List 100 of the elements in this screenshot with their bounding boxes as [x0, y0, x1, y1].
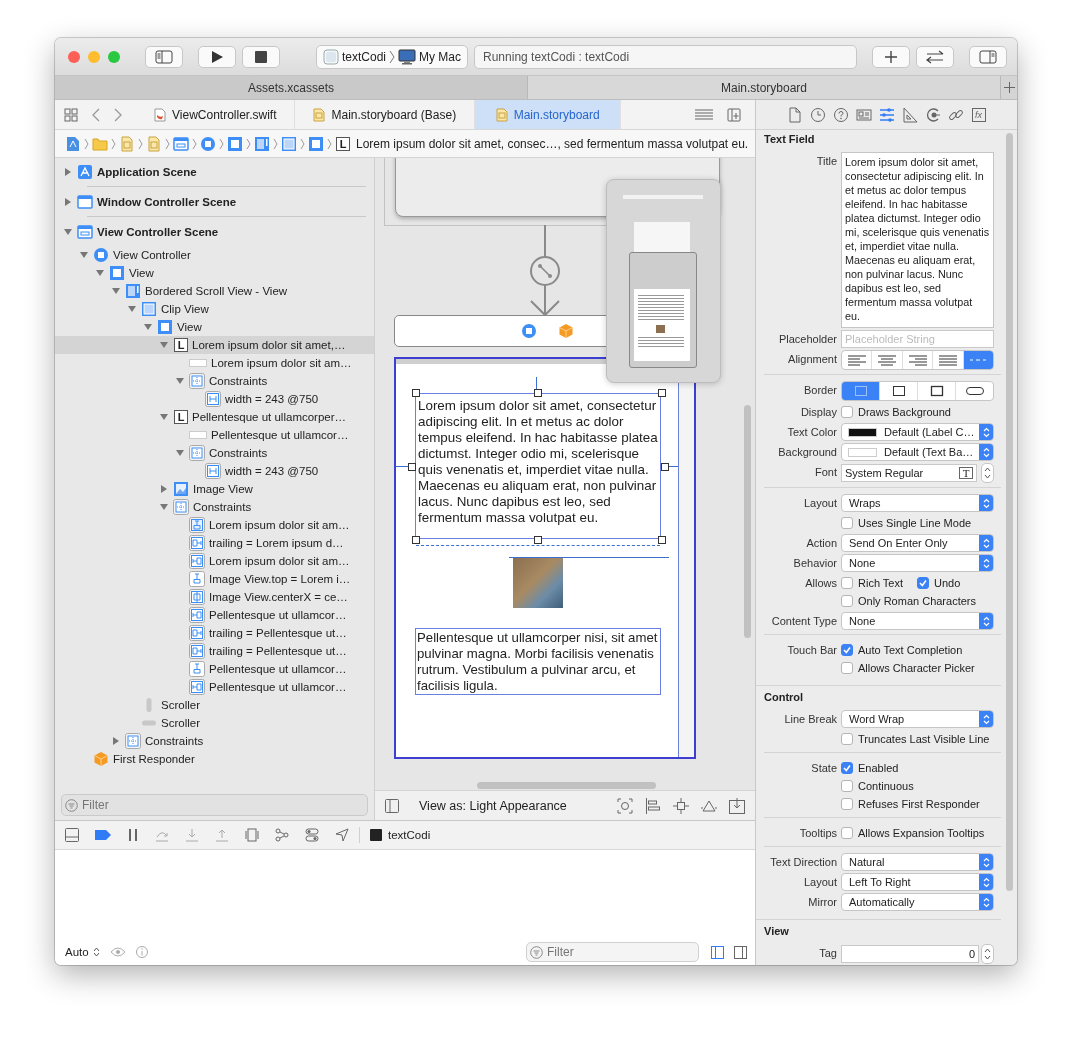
hide-panel-icon[interactable] [65, 828, 79, 842]
lines-icon[interactable] [695, 108, 713, 121]
outline-row[interactable]: width = 243 @750 [55, 462, 374, 480]
split-left-icon[interactable] [711, 945, 724, 959]
expanded-triangle-icon[interactable] [175, 448, 185, 458]
outline-row[interactable]: width = 243 @750 [55, 390, 374, 408]
file-icon[interactable] [786, 106, 803, 123]
view-hierarchy-icon[interactable] [245, 828, 259, 842]
outline-row[interactable]: Image View.top = Lorem i… [55, 570, 374, 588]
outline-row[interactable]: Scroller [55, 714, 374, 732]
update-frames-icon[interactable] [617, 797, 633, 814]
stop-button[interactable] [242, 45, 280, 68]
outline-row[interactable]: Constraints [55, 444, 374, 462]
code-review-button[interactable] [916, 45, 954, 68]
checkbox[interactable]: Rich Text [841, 577, 904, 589]
checkbox[interactable]: Auto Text Completion [841, 644, 963, 656]
popup-button[interactable]: None [841, 554, 994, 572]
outline-row[interactable]: Constraints [55, 732, 374, 750]
sliders-icon[interactable] [878, 106, 895, 123]
step-into-icon[interactable] [185, 828, 199, 842]
checkbox[interactable]: Uses Single Line Mode [841, 517, 972, 529]
filter-field[interactable]: Filter [61, 794, 368, 816]
outline-row[interactable]: Window Controller Scene [55, 187, 374, 216]
step-out-icon[interactable] [215, 828, 229, 842]
embed-icon[interactable] [729, 797, 745, 814]
checkbox[interactable]: Allows Character Picker [841, 662, 975, 674]
outline-row[interactable]: View [55, 318, 374, 336]
outline-row[interactable]: Pellentesque ut ullamcor… [55, 678, 374, 696]
ruler-icon[interactable] [901, 106, 918, 123]
breakpoint-icon[interactable] [95, 829, 111, 841]
storyboard-file-icon[interactable] [146, 135, 162, 152]
selection-handle[interactable] [534, 389, 542, 397]
eye-icon[interactable] [109, 946, 126, 958]
checkbox[interactable]: Continuous [841, 780, 914, 792]
view-icon[interactable] [308, 135, 324, 152]
expanded-triangle-icon[interactable] [159, 412, 169, 422]
clock-icon[interactable] [809, 106, 826, 123]
outline-row[interactable]: Constraints [55, 372, 374, 390]
popup-button[interactable]: Left To Right [841, 873, 994, 891]
id-card-icon[interactable] [855, 106, 872, 123]
scrollbar[interactable] [477, 782, 656, 789]
storyboard-file-icon[interactable] [119, 135, 135, 152]
scheme-name[interactable]: textCodi [342, 49, 387, 64]
scrollbar[interactable] [1006, 133, 1013, 891]
selection-handle[interactable] [658, 536, 666, 544]
selection-handle[interactable] [658, 389, 666, 397]
scroll-view-icon[interactable] [254, 135, 270, 152]
selection-handle[interactable] [408, 463, 416, 471]
split-right-icon[interactable] [734, 945, 747, 959]
outline-row[interactable]: Lorem ipsum dolor sit am… [55, 354, 374, 372]
popup-button[interactable]: Natural [841, 853, 994, 871]
checkbox[interactable]: Enabled [841, 762, 899, 774]
outline-row[interactable]: Clip View [55, 300, 374, 318]
collapsed-triangle-icon[interactable] [159, 484, 169, 494]
project-file-icon[interactable] [65, 135, 81, 152]
collapsed-triangle-icon[interactable] [63, 196, 73, 207]
placeholder-field[interactable]: Placeholder String [841, 330, 994, 348]
appearance-label[interactable]: View as: Light Appearance [419, 798, 567, 813]
outline-row[interactable]: trailing = Pellentesque ut… [55, 642, 374, 660]
text-field[interactable]: Lorem ipsum dolor sit amet, consectetur adipiscing elit. In et metus ac dolor tempus eleifend. In hac habitasse platea dictumst. Integer odio mi, scelerisque quis venenatis et, imperdiet vitae nulla. Maecenas eu aliquam erat, non pulvinar lacus. Nunc dapibus est leo, sed fermentum massa volutpat eu. [415, 393, 661, 539]
memory-graph-icon[interactable] [275, 828, 289, 842]
segmented-control[interactable] [841, 381, 994, 401]
process-name[interactable]: textCodi [388, 829, 431, 841]
selection-handle[interactable] [412, 389, 420, 397]
outline-row[interactable]: Lorem ipsum dolor sit am… [55, 516, 374, 534]
selection-handle[interactable] [412, 536, 420, 544]
checkbox[interactable]: Truncates Last Visible Line [841, 733, 990, 745]
editor-tab[interactable]: ViewController.swift [136, 100, 296, 129]
checkbox[interactable]: Refuses First Responder [841, 798, 980, 810]
checkbox[interactable]: Only Roman Characters [841, 595, 976, 607]
title-text-area[interactable]: Lorem ipsum dolor sit amet, consectetur adipiscing elit. In et metus ac dolor tempus eleifend. In hac habitasse platea dictumst. Integer odio mi, scelerisque quis venenatis et, imperdiet vitae nulla. Maecenas eu aliquam erat, non pulvinar lacus. Nunc dapibus est leo, sed fermentum massa volutpat eu. [841, 152, 994, 328]
grid-icon[interactable] [64, 107, 78, 122]
sidebar-icon[interactable] [385, 798, 399, 813]
outline-row[interactable]: Scroller [55, 696, 374, 714]
popup-button[interactable]: Wraps [841, 494, 994, 512]
outline-row[interactable]: Pellentesque ut ullamcor… [55, 606, 374, 624]
view-controller-icon[interactable] [200, 135, 216, 152]
popup-button[interactable]: Default (Label C… [841, 423, 994, 441]
expanded-triangle-icon[interactable] [63, 226, 73, 237]
selection-handle[interactable] [661, 463, 669, 471]
clip-view-icon[interactable] [281, 135, 297, 152]
popup-button[interactable]: Automatically [841, 893, 994, 911]
window-icon[interactable] [173, 135, 189, 152]
outline-row[interactable]: First Responder [55, 750, 374, 768]
add-editor-icon[interactable] [727, 107, 741, 122]
back-icon[interactable] [92, 107, 100, 122]
expanded-triangle-icon[interactable] [175, 376, 185, 386]
outline-row[interactable]: Application Scene [55, 158, 374, 186]
align-icon[interactable] [645, 797, 661, 814]
outline-row[interactable]: Pellentesque ut ullamcor… [55, 426, 374, 444]
outline-row[interactable]: Lorem ipsum dolor sit am… [55, 552, 374, 570]
run-button[interactable] [198, 45, 236, 68]
environment-icon[interactable] [305, 828, 319, 842]
close-button[interactable] [68, 50, 80, 63]
navigator-toggle-button[interactable] [145, 45, 183, 68]
scheme-selector[interactable]: textCodi My Mac [316, 44, 469, 69]
text-field[interactable]: Pellentesque ut ullamcorper nisi, sit amet pulvinar magna. Morbi facilisis venenatis rutrum. Vestibulum a pulvinar arcu, et facilisis ligula. [415, 628, 661, 695]
scrollbar[interactable] [744, 405, 751, 638]
outline-row[interactable]: View Controller Scene [55, 217, 374, 246]
outline-row[interactable]: trailing = Lorem ipsum d… [55, 534, 374, 552]
